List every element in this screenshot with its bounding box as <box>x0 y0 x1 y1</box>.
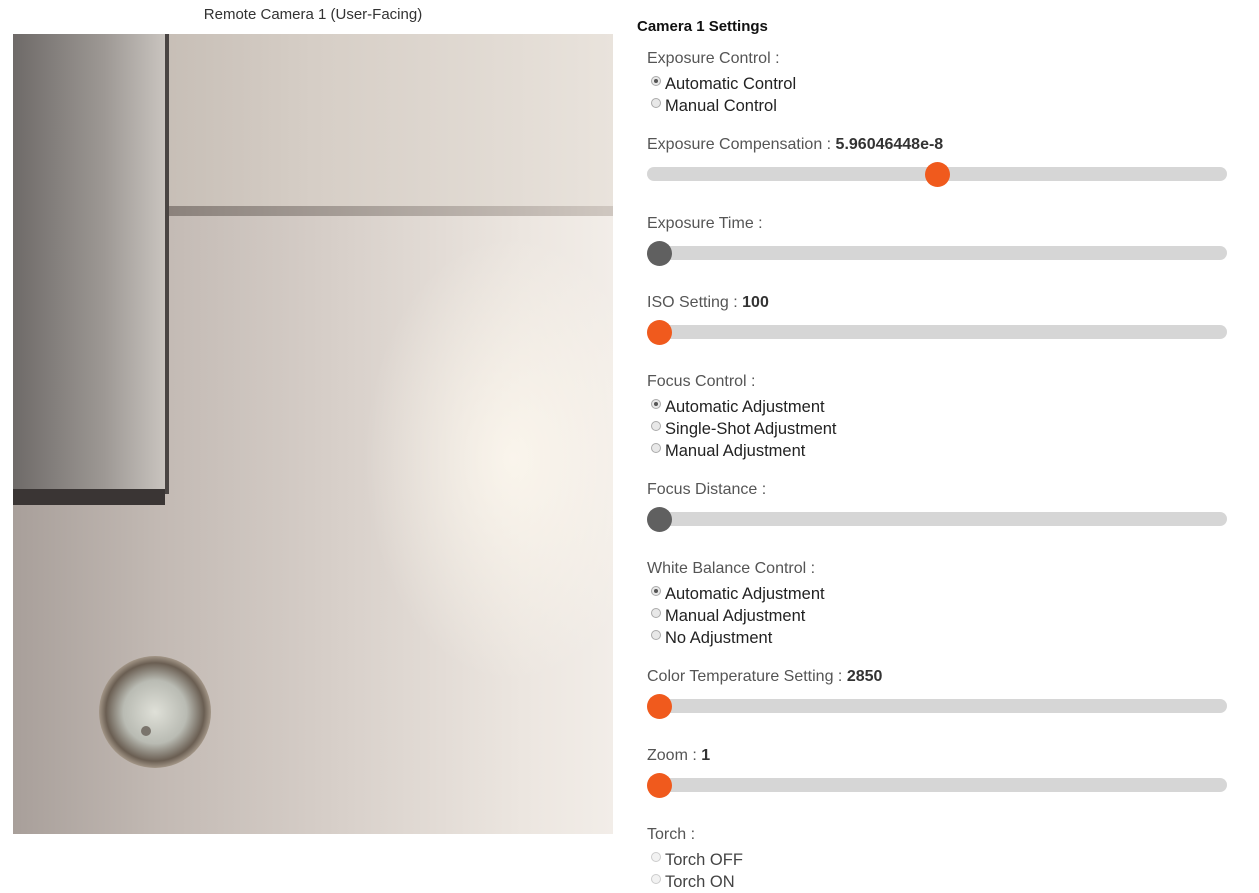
focus-distance-label: Focus Distance : <box>647 481 767 498</box>
slider-thumb[interactable] <box>647 241 672 266</box>
feed-light-knob <box>141 726 151 736</box>
zoom-value: 1 <box>701 747 711 764</box>
radio-label: Automatic Adjustment <box>665 397 825 416</box>
radio-label: Automatic Adjustment <box>665 584 825 603</box>
iso-label: ISO Setting : 100 <box>647 293 1237 313</box>
feed-cabinet <box>13 34 169 494</box>
camera-settings-panel: Camera 1 Settings Exposure Control : Aut… <box>637 18 1237 893</box>
camera-caption: Remote Camera 1 (User-Facing) <box>203 6 423 23</box>
radio-icon[interactable] <box>651 421 661 431</box>
white-balance-group: White Balance Control : Automatic Adjust… <box>647 559 1237 649</box>
slider-thumb[interactable] <box>647 694 672 719</box>
wb-manual-option[interactable]: Manual Adjustment <box>647 605 1237 627</box>
exposure-compensation-label: Exposure Compensation : 5.96046448e-8 <box>647 135 1237 155</box>
color-temperature-title: Color Temperature Setting : <box>647 668 847 685</box>
iso-value: 100 <box>742 294 769 311</box>
color-temperature-group: Color Temperature Setting : 2850 <box>647 667 1237 719</box>
radio-label: Automatic Control <box>665 74 797 93</box>
exposure-control-group: Exposure Control : Automatic Control Man… <box>647 49 1237 117</box>
radio-label: Manual Adjustment <box>665 606 806 625</box>
wb-auto-option[interactable]: Automatic Adjustment <box>647 583 1237 605</box>
iso-group: ISO Setting : 100 <box>647 293 1237 345</box>
focus-distance-group: Focus Distance : <box>647 480 1237 532</box>
focus-single-shot-option[interactable]: Single-Shot Adjustment <box>647 418 1237 440</box>
exposure-compensation-slider[interactable] <box>647 162 1227 187</box>
feed-light-fixture <box>99 656 211 768</box>
settings-title: Camera 1 Settings <box>637 18 768 35</box>
radio-disabled-icon[interactable] <box>651 874 661 884</box>
white-balance-label: White Balance Control : <box>647 560 816 577</box>
iso-title: ISO Setting : <box>647 294 743 311</box>
feed-cabinet-edge <box>13 489 165 505</box>
zoom-group: Zoom : 1 <box>647 746 1237 798</box>
exposure-auto-option[interactable]: Automatic Control <box>647 73 1237 95</box>
color-temperature-value: 2850 <box>846 668 883 685</box>
zoom-slider[interactable] <box>647 773 1227 798</box>
slider-thumb[interactable] <box>647 773 672 798</box>
exposure-compensation-value: 5.96046448e-8 <box>835 136 944 153</box>
exposure-compensation-title: Exposure Compensation : <box>647 136 836 153</box>
radio-label: Manual Adjustment <box>665 441 806 460</box>
feed-light-glow <box>363 234 613 684</box>
zoom-title: Zoom : <box>647 747 702 764</box>
color-temperature-slider[interactable] <box>647 694 1227 719</box>
radio-disabled-icon[interactable] <box>651 852 661 862</box>
radio-checked-icon[interactable] <box>651 76 661 86</box>
radio-label: No Adjustment <box>665 628 773 647</box>
exposure-control-label: Exposure Control : <box>647 50 780 67</box>
zoom-label: Zoom : 1 <box>647 746 1237 766</box>
radio-label: Torch OFF <box>665 850 743 869</box>
iso-slider[interactable] <box>647 320 1227 345</box>
wb-none-option[interactable]: No Adjustment <box>647 627 1237 649</box>
torch-label: Torch : <box>647 826 696 843</box>
radio-icon[interactable] <box>651 630 661 640</box>
radio-label: Manual Control <box>665 96 777 115</box>
radio-label: Torch ON <box>665 872 735 891</box>
slider-thumb[interactable] <box>925 162 950 187</box>
exposure-compensation-group: Exposure Compensation : 5.96046448e-8 <box>647 135 1237 187</box>
radio-checked-icon[interactable] <box>651 399 661 409</box>
focus-control-group: Focus Control : Automatic Adjustment Sin… <box>647 372 1237 462</box>
torch-off-option[interactable]: Torch OFF <box>647 849 1237 871</box>
focus-control-label: Focus Control : <box>647 373 756 390</box>
radio-icon[interactable] <box>651 608 661 618</box>
focus-manual-option[interactable]: Manual Adjustment <box>647 440 1237 462</box>
exposure-time-group: Exposure Time : <box>647 214 1237 266</box>
torch-on-option[interactable]: Torch ON <box>647 871 1237 893</box>
radio-icon[interactable] <box>651 98 661 108</box>
focus-auto-option[interactable]: Automatic Adjustment <box>647 396 1237 418</box>
exposure-time-label: Exposure Time : <box>647 215 763 232</box>
torch-group: Torch : Torch OFF Torch ON <box>647 825 1237 893</box>
slider-thumb[interactable] <box>647 320 672 345</box>
camera-video-feed <box>13 34 613 834</box>
feed-shadow <box>163 206 613 216</box>
exposure-manual-option[interactable]: Manual Control <box>647 95 1237 117</box>
radio-checked-icon[interactable] <box>651 586 661 596</box>
slider-thumb[interactable] <box>647 507 672 532</box>
color-temperature-label: Color Temperature Setting : 2850 <box>647 667 1237 687</box>
radio-label: Single-Shot Adjustment <box>665 419 837 438</box>
exposure-time-slider[interactable] <box>647 241 1227 266</box>
radio-icon[interactable] <box>651 443 661 453</box>
focus-distance-slider[interactable] <box>647 507 1227 532</box>
